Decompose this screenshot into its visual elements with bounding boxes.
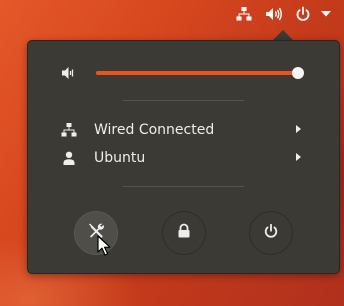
network-wired-icon	[61, 122, 77, 138]
network-wired-icon[interactable]	[233, 0, 255, 28]
volume-slider-fill	[96, 71, 298, 75]
settings-button[interactable]	[74, 211, 118, 255]
volume-icon	[61, 65, 77, 81]
menu-item-label: Wired Connected	[94, 122, 215, 138]
volume-slider-handle[interactable]	[292, 67, 304, 79]
chevron-right-icon	[296, 153, 301, 161]
mouse-cursor-icon	[97, 235, 111, 257]
volume-row	[28, 59, 339, 87]
volume-slider[interactable]	[96, 67, 304, 79]
menu-item-user[interactable]: Ubuntu	[28, 145, 339, 171]
power-off-button[interactable]	[249, 211, 293, 255]
power-icon[interactable]	[292, 0, 314, 28]
top-panel	[0, 0, 344, 28]
system-menu: Wired Connected Ubuntu	[27, 40, 340, 274]
lock-icon	[177, 223, 191, 243]
chevron-right-icon	[296, 125, 301, 133]
separator	[123, 186, 244, 187]
user-icon	[61, 150, 77, 166]
volume-high-icon[interactable]	[263, 0, 285, 28]
menu-item-label: Ubuntu	[94, 150, 146, 166]
menu-arrow-down-icon[interactable]	[318, 0, 334, 28]
lock-button[interactable]	[162, 211, 206, 255]
menu-item-wired-connection[interactable]: Wired Connected	[28, 117, 339, 143]
power-off-icon	[263, 223, 279, 243]
separator	[123, 100, 244, 101]
